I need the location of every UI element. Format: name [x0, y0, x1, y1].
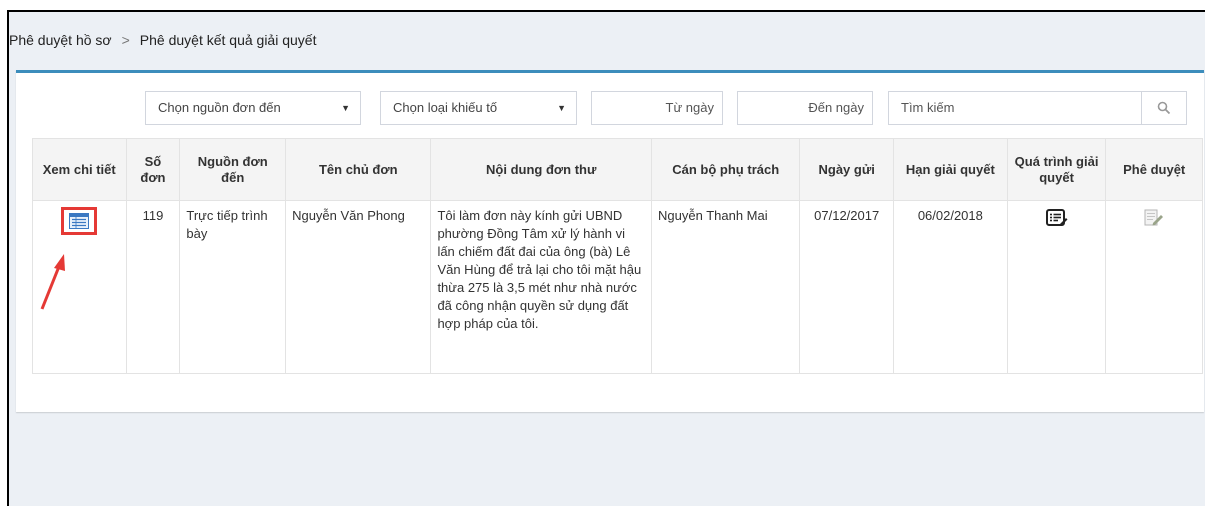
breadcrumb: Phê duyệt hồ sơ > Phê duyệt kết quả giải q…	[9, 32, 316, 52]
number-cell: 119	[125, 200, 181, 374]
chevron-down-icon: ▼	[341, 103, 350, 113]
table-header-row: Xem chi tiết Số đơn Nguồn đơn đến Tên ch…	[32, 138, 1203, 201]
table-row: 119 Trực tiếp trình bày Nguyễn Văn Phong…	[32, 200, 1203, 374]
header-source: Nguồn đơn đến	[179, 138, 287, 201]
header-sent-date: Ngày gửi	[799, 138, 894, 201]
deadline-cell: 06/02/2018	[892, 200, 1008, 374]
complaint-type-select-value: Chọn loại khiếu tố	[393, 100, 498, 115]
source-select[interactable]: Chọn nguồn đơn đến ▼	[145, 91, 361, 125]
complaints-table: Xem chi tiết Số đơn Nguồn đơn đến Tên ch…	[32, 138, 1203, 374]
breadcrumb-item-approve-records[interactable]: Phê duyệt hồ sơ	[9, 32, 112, 48]
red-arrow-annotation	[40, 254, 65, 310]
to-date-placeholder: Đến ngày	[808, 100, 864, 115]
filter-bar: Chọn nguồn đơn đến ▼ Chọn loại khiếu tố …	[16, 91, 1204, 127]
owner-cell: Nguyễn Văn Phong	[285, 200, 432, 374]
header-content: Nội dung đơn thư	[430, 138, 653, 201]
search-button[interactable]	[1141, 91, 1187, 125]
search-icon	[1157, 101, 1171, 115]
from-date-input[interactable]: Từ ngày	[591, 91, 723, 125]
officer-cell: Nguyễn Thanh Mai	[651, 200, 801, 374]
header-officer: Cán bộ phụ trách	[651, 138, 801, 201]
approve-edit-icon[interactable]	[1144, 209, 1164, 227]
source-cell: Trực tiếp trình bày	[179, 200, 287, 374]
header-deadline: Hạn giải quyết	[892, 138, 1008, 201]
header-process: Quá trình giải quyết	[1006, 138, 1107, 201]
source-select-value: Chọn nguồn đơn đến	[158, 100, 281, 115]
process-history-icon[interactable]	[1045, 209, 1068, 227]
complaint-type-select[interactable]: Chọn loại khiếu tố ▼	[380, 91, 577, 125]
from-date-placeholder: Từ ngày	[665, 100, 714, 115]
main-panel: Chọn nguồn đơn đến ▼ Chọn loại khiếu tố …	[16, 70, 1204, 412]
search-placeholder: Tìm kiếm	[901, 100, 955, 115]
header-approve: Phê duyệt	[1105, 138, 1203, 201]
to-date-input[interactable]: Đến ngày	[737, 91, 873, 125]
sent-date-cell: 07/12/2017	[799, 200, 894, 374]
search-input[interactable]: Tìm kiếm	[888, 91, 1142, 125]
content-cell: Tôi làm đơn này kính gửi UBND phường Đồn…	[430, 200, 653, 374]
process-cell	[1006, 200, 1107, 374]
header-number: Số đơn	[125, 138, 181, 201]
header-owner: Tên chủ đơn	[285, 138, 432, 201]
chevron-down-icon: ▼	[557, 103, 566, 113]
breadcrumb-separator: >	[121, 32, 130, 48]
breadcrumb-item-approve-results: Phê duyệt kết quả giải quyết	[139, 32, 317, 48]
approve-cell	[1105, 200, 1203, 374]
